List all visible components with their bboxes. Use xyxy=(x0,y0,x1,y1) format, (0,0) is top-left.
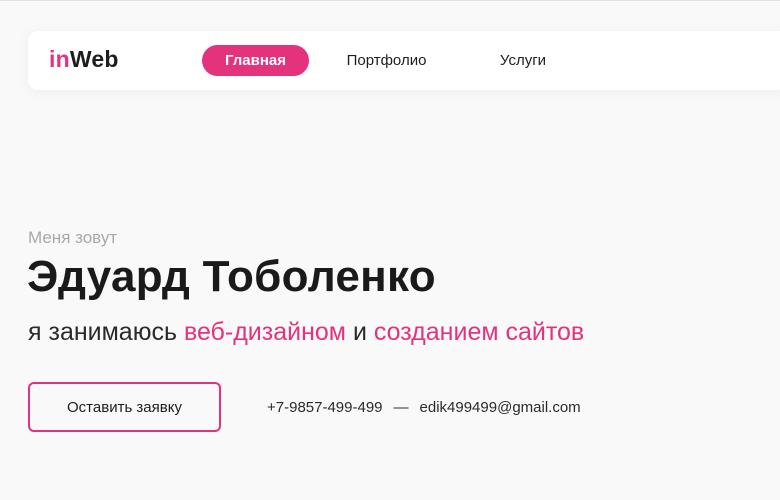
nav-item-services[interactable]: Услуги xyxy=(480,45,566,76)
leave-request-button[interactable]: Оставить заявку xyxy=(28,382,221,432)
hero-name: Эдуард Тоболенко xyxy=(27,252,436,301)
hero-tagline: я занимаюсь веб-дизайном и созданием сай… xyxy=(28,318,584,347)
email-link[interactable]: edik499499@gmail.com xyxy=(420,399,581,416)
tagline-highlight-web-design: веб-дизайном xyxy=(183,318,346,346)
tagline-highlight-sites: созданием сайтов xyxy=(373,318,585,346)
contact-info: +7-9857-499-499 — edik499499@gmail.com xyxy=(267,399,581,416)
logo-prefix: in xyxy=(49,46,70,72)
phone-link[interactable]: +7-9857-499-499 xyxy=(267,399,383,416)
contact-separator: — xyxy=(393,399,409,416)
nav-item-home[interactable]: Главная xyxy=(202,45,309,76)
hero-intro: Меня зовут xyxy=(28,228,118,247)
nav-item-portfolio[interactable]: Портфолио xyxy=(334,45,439,76)
logo[interactable]: inWeb xyxy=(49,46,119,73)
site-header: inWeb Главная Портфолио Услуги xyxy=(28,31,780,90)
tagline-middle: и xyxy=(346,318,374,346)
top-border xyxy=(0,0,780,1)
logo-suffix: Web xyxy=(69,46,119,72)
tagline-start: я занимаюсь xyxy=(28,318,184,346)
